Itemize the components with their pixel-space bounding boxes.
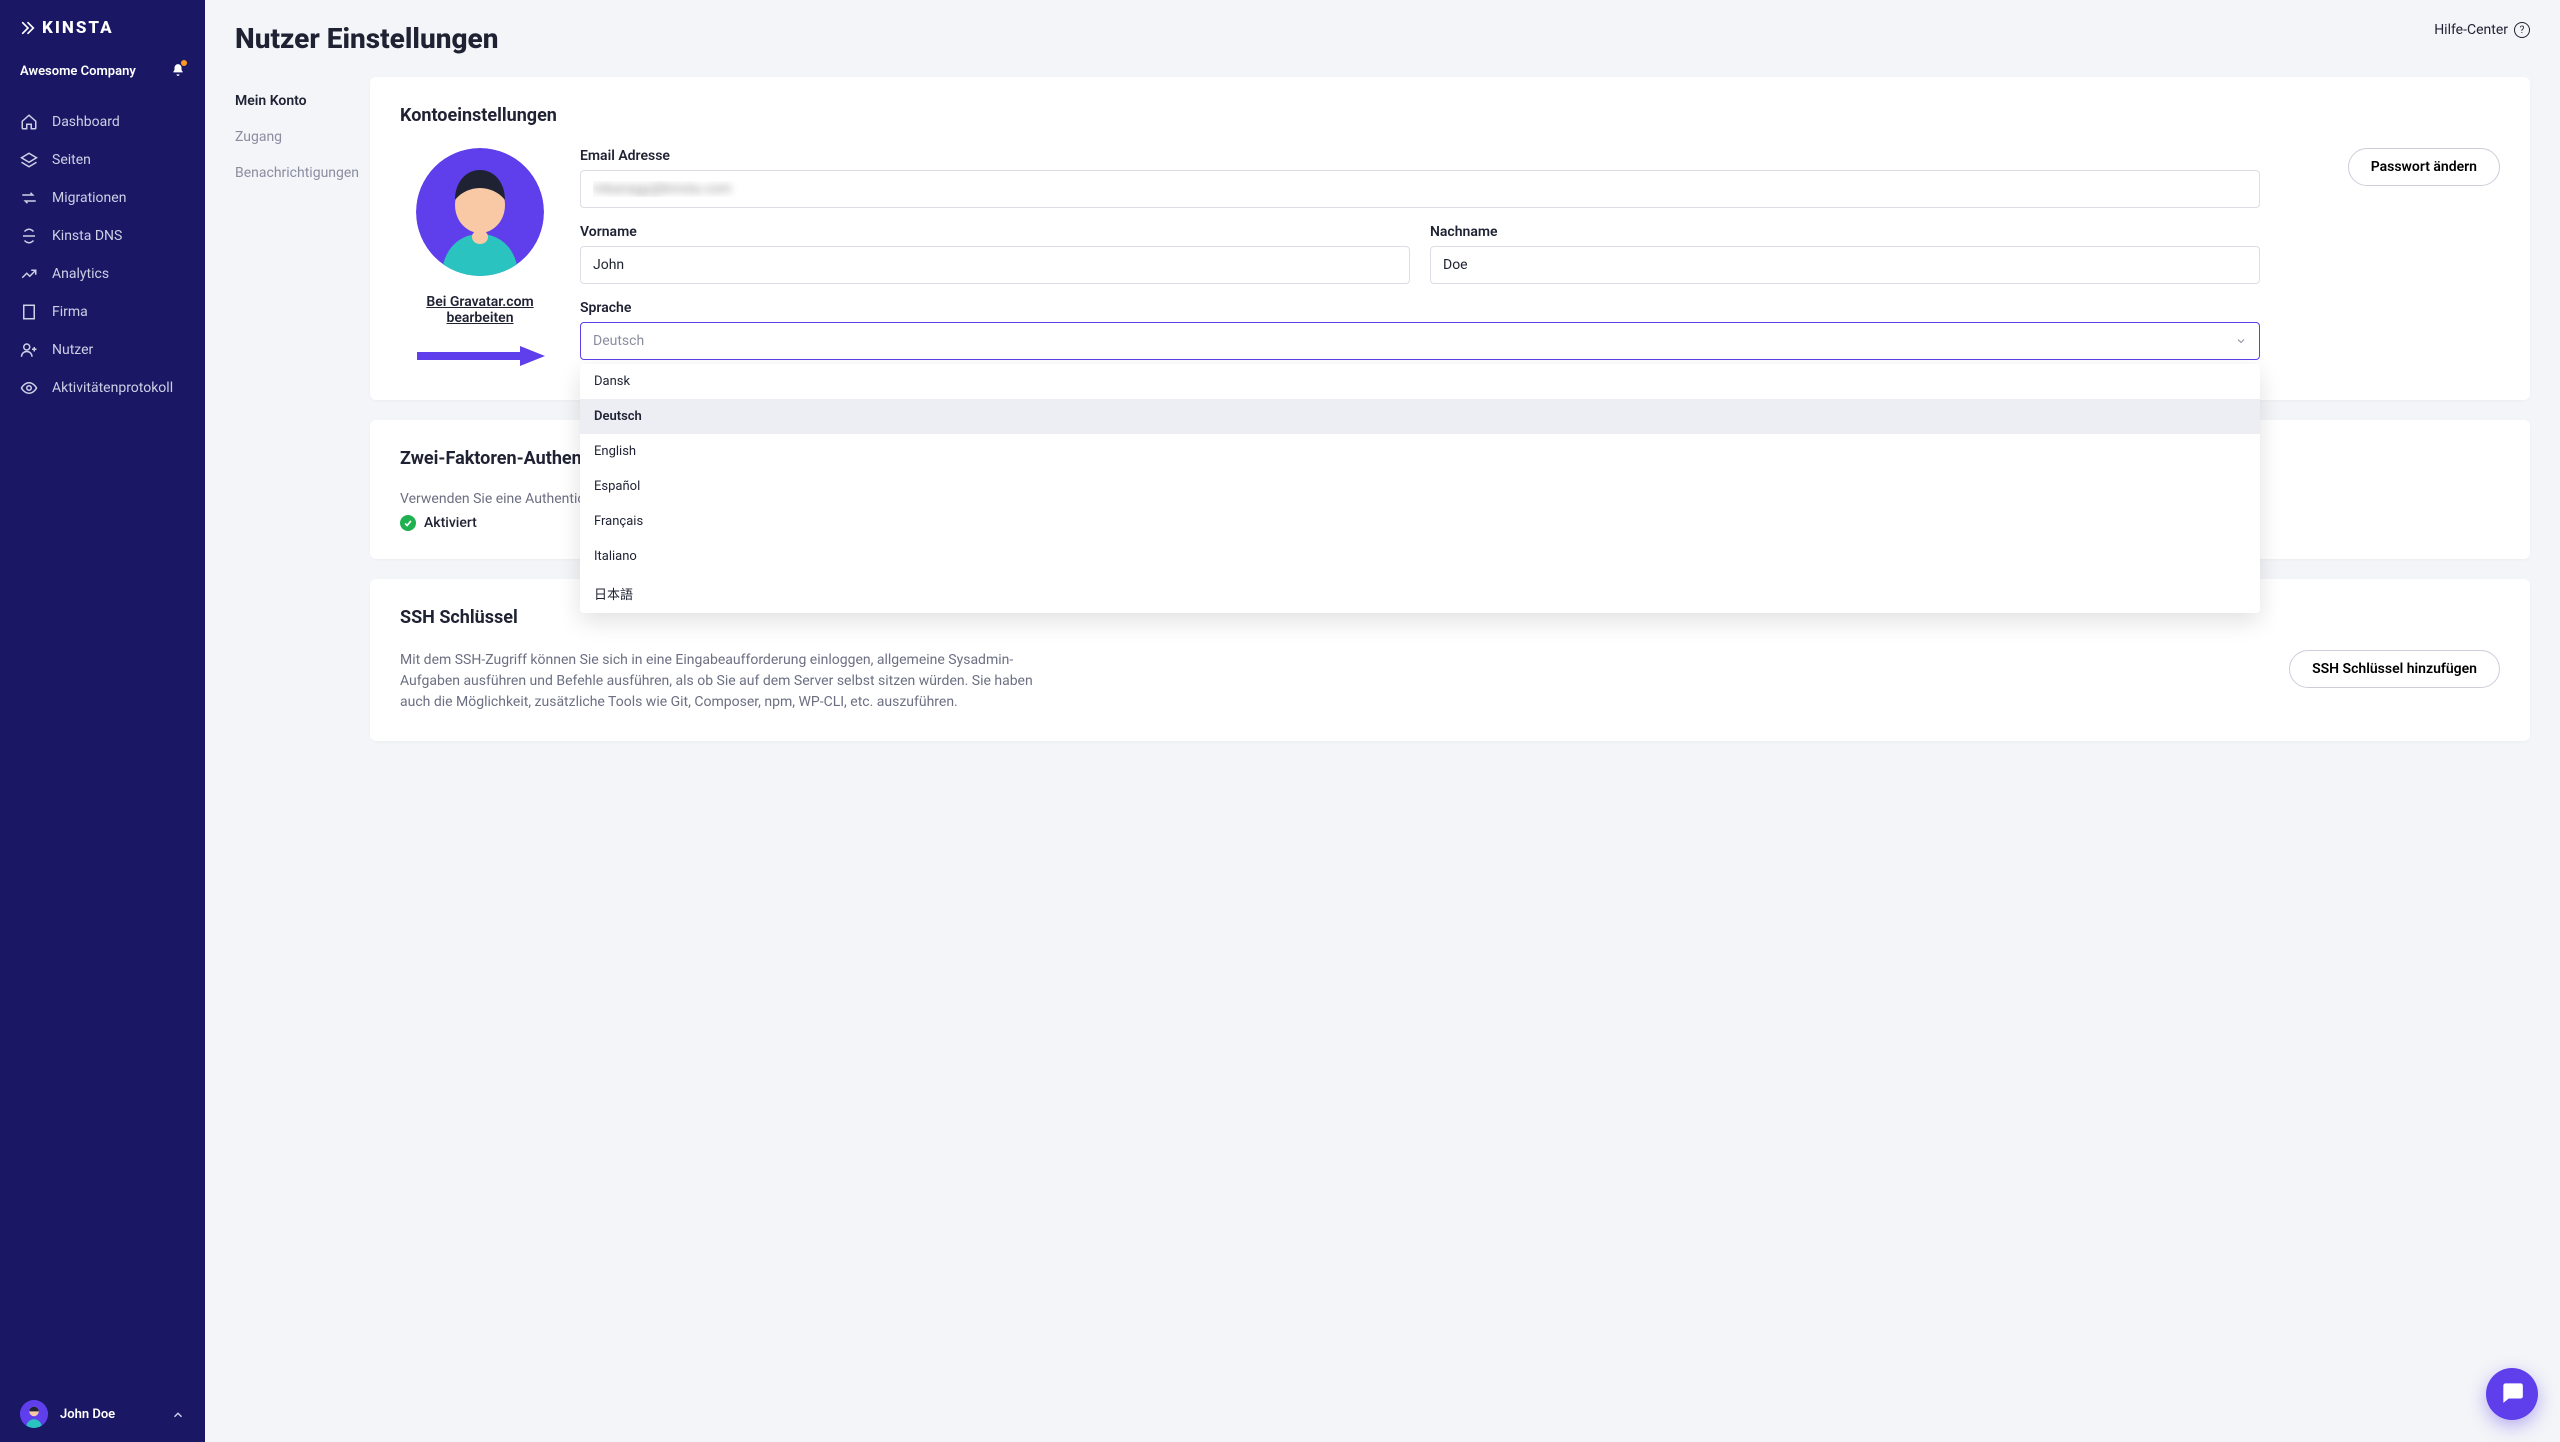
company-name: Awesome Company [20,64,136,79]
sidebar-user-name: John Doe [60,1407,159,1422]
language-select-value: Deutsch [593,333,644,349]
sidebar-item-firma[interactable]: Firma [0,293,205,331]
subnav-item-mein-konto[interactable]: Mein Konto [235,83,370,119]
notification-dot [181,60,187,66]
sidebar-item-analytics[interactable]: Analytics [0,255,205,293]
eye-icon [20,379,38,397]
form-column: Email Adresse Vorname Nachname [580,148,2260,360]
chevron-down-icon [2235,335,2247,347]
lastname-field-group: Nachname [1430,224,2260,284]
logo-text: KINSTA [42,18,114,38]
sidebar-item-label: Firma [52,304,88,320]
home-icon [20,113,38,131]
annotation-arrow-icon [415,344,545,372]
building-icon [20,303,38,321]
add-ssh-key-button[interactable]: SSH Schlüssel hinzufügen [2289,650,2500,688]
sidebar-item-label: Kinsta DNS [52,228,122,244]
notifications-button[interactable] [171,62,185,81]
lastname-label: Nachname [1430,224,2260,240]
sidebar-item-label: Seiten [52,152,91,168]
language-label: Sprache [580,300,2260,316]
help-center-label: Hilfe-Center [2434,22,2508,38]
email-field-group: Email Adresse [580,148,2260,208]
language-option[interactable]: Italiano [580,539,2260,574]
language-option[interactable]: Français [580,504,2260,539]
account-settings-card: Kontoeinstellungen Bei Gravatar.com bear… [370,77,2530,400]
twofa-description: Verwenden Sie eine Authentic [400,491,585,507]
sidebar-item-kinsta-dns[interactable]: Kinsta DNS [0,217,205,255]
account-card-title: Kontoeinstellungen [400,105,2500,126]
email-field[interactable] [580,170,2260,208]
email-label: Email Adresse [580,148,2260,164]
name-fields-row: Vorname Nachname [580,224,2260,284]
subnav-item-benachrichtigungen[interactable]: Benachrichtigungen [235,155,370,191]
header: Nutzer Einstellungen Hilfe-Center ? [205,0,2560,55]
main: Nutzer Einstellungen Hilfe-Center ? Mein… [205,0,2560,1442]
password-btn-column: Passwort ändern [2280,148,2500,186]
sidebar-item-label: Migrationen [52,190,126,206]
analytics-icon [20,265,38,283]
sidebar-user-menu[interactable]: John Doe [0,1386,205,1442]
firstname-field[interactable] [580,246,1410,284]
sidebar-item-nutzer[interactable]: Nutzer [0,331,205,369]
avatar-column: Bei Gravatar.com bearbeiten [400,148,560,372]
language-option[interactable]: 日本語 [580,574,2260,613]
firstname-field-group: Vorname [580,224,1410,284]
sidebar-item-aktivitätenprotokoll[interactable]: Aktivitätenprotokoll [0,369,205,407]
sidebar-item-seiten[interactable]: Seiten [0,141,205,179]
content: Mein KontoZugangBenachrichtigungen Konto… [205,55,2560,771]
ssh-description: Mit dem SSH-Zugriff können Sie sich in e… [400,650,1060,713]
users-icon [20,341,38,359]
help-icon: ? [2514,22,2530,38]
company-row: Awesome Company [0,62,205,93]
language-option[interactable]: Deutsch [580,399,2260,434]
language-field-group: Sprache Deutsch DanskDeutschEnglishEspañ… [580,300,2260,360]
migrate-icon [20,189,38,207]
help-center-link[interactable]: Hilfe-Center ? [2434,22,2530,38]
twofa-status: Aktiviert [424,515,477,531]
gravatar-link[interactable]: Bei Gravatar.com bearbeiten [400,294,560,326]
change-password-button[interactable]: Passwort ändern [2348,148,2500,186]
page-title: Nutzer Einstellungen [235,22,498,55]
firstname-label: Vorname [580,224,1410,240]
sidebar-item-label: Dashboard [52,114,120,130]
sidebar-item-dashboard[interactable]: Dashboard [0,103,205,141]
logo-icon [20,20,36,36]
check-icon [400,515,416,531]
chat-icon [2499,1379,2525,1409]
sidebar-nav: Dashboard Seiten Migrationen Kinsta DNS Anal… [0,93,205,417]
sidebar: KINSTA Awesome Company Dashboard Seiten Mi… [0,0,205,1442]
sidebar-item-label: Analytics [52,266,109,282]
logo[interactable]: KINSTA [20,18,185,38]
chat-fab[interactable] [2486,1368,2538,1420]
sidebar-item-migrationen[interactable]: Migrationen [0,179,205,217]
avatar [416,148,544,276]
language-dropdown: DanskDeutschEnglishEspañolFrançaisItalia… [580,364,2260,613]
sidebar-item-label: Nutzer [52,342,93,358]
language-option[interactable]: English [580,434,2260,469]
dns-icon [20,227,38,245]
subnav: Mein KontoZugangBenachrichtigungen [235,77,370,741]
account-grid: Bei Gravatar.com bearbeiten Email Adress… [400,148,2500,372]
sidebar-header: KINSTA [0,0,205,48]
chevron-up-icon [171,1407,185,1421]
avatar-mini [20,1400,48,1428]
sidebar-item-label: Aktivitätenprotokoll [52,380,173,396]
language-option[interactable]: Dansk [580,364,2260,399]
subnav-item-zugang[interactable]: Zugang [235,119,370,155]
layers-icon [20,151,38,169]
lastname-field[interactable] [1430,246,2260,284]
language-option[interactable]: Español [580,469,2260,504]
panel-area: Kontoeinstellungen Bei Gravatar.com bear… [370,77,2530,741]
language-select[interactable]: Deutsch [580,322,2260,360]
ssh-row: Mit dem SSH-Zugriff können Sie sich in e… [400,650,2500,713]
